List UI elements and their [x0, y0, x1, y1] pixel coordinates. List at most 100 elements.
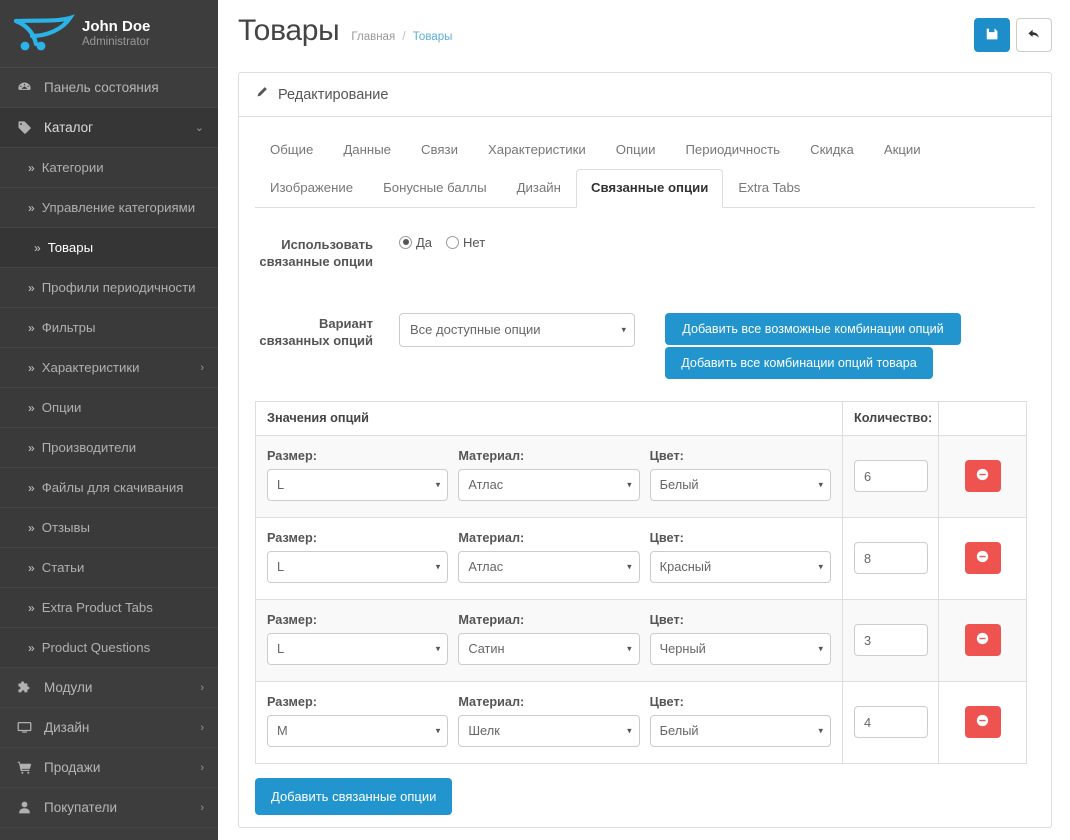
sidebar-item-label: Характеристики: [41, 360, 140, 375]
table-head: Значения опций Количество:: [255, 400, 1027, 436]
quantity-input[interactable]: [854, 460, 928, 493]
sidebar-item-extra-product-tabs[interactable]: » Extra Product Tabs: [0, 588, 218, 628]
remove-row-button[interactable]: [964, 706, 1001, 739]
color-select[interactable]: Белый ▾: [649, 714, 831, 747]
chevron-down-icon: ▾: [627, 725, 632, 736]
sidebar-nav: Панель состояния Каталог ⌄ » Категории »…: [0, 68, 218, 828]
size-select[interactable]: L ▾: [267, 632, 449, 665]
color-select[interactable]: Красный ▾: [649, 550, 831, 583]
chevron-down-icon: ▾: [627, 561, 632, 572]
tab-general[interactable]: Общие: [255, 131, 328, 170]
material-select[interactable]: Атлас ▾: [458, 468, 640, 501]
sidebar-item-category-management[interactable]: » Управление категориями: [0, 188, 218, 228]
tab-data[interactable]: Данные: [328, 131, 406, 170]
sidebar-item-dashboard[interactable]: Панель состояния: [0, 68, 218, 108]
tab-links[interactable]: Связи: [406, 131, 473, 170]
size-field-label: Размер:: [267, 694, 317, 709]
tab-options[interactable]: Опции: [601, 131, 671, 170]
quantity-input[interactable]: [854, 706, 928, 739]
chevron-right-icon: ›: [200, 681, 204, 694]
tab-discount[interactable]: Скидка: [795, 131, 869, 170]
remove-row-button[interactable]: [964, 624, 1001, 657]
sidebar-item-filters[interactable]: » Фильтры: [0, 308, 218, 348]
material-select-value: Атлас: [468, 559, 504, 575]
monitor-icon: [14, 720, 34, 735]
minus-circle-icon: [976, 550, 989, 566]
color-select[interactable]: Черный ▾: [649, 632, 831, 665]
quantity-input[interactable]: [854, 542, 928, 575]
chevron-double-right-icon: »: [28, 520, 35, 535]
chevron-double-right-icon: »: [28, 600, 35, 615]
combination-buttons: Добавить все возможные комбинации опций …: [665, 312, 965, 379]
size-select[interactable]: L ▾: [267, 468, 449, 501]
tab-linked-options[interactable]: Связанные опции: [575, 168, 724, 208]
size-field-group: Размер: L ▾: [267, 530, 449, 583]
sidebar-item-product-questions[interactable]: » Product Questions: [0, 628, 218, 668]
sidebar-item-downloads[interactable]: » Файлы для скачивания: [0, 468, 218, 508]
size-field-label: Размер:: [267, 612, 317, 627]
color-select[interactable]: Белый ▾: [649, 468, 831, 501]
sidebar-item-articles[interactable]: » Статьи: [0, 548, 218, 588]
material-field-group: Материал: Атлас ▾: [458, 531, 640, 583]
sidebar-item-catalog[interactable]: Каталог ⌄: [0, 108, 218, 148]
color-field-label: Цвет:: [649, 694, 684, 709]
sidebar-item-manufacturers[interactable]: » Производители: [0, 428, 218, 468]
size-select[interactable]: M ▾: [267, 714, 449, 747]
sidebar-item-design[interactable]: Дизайн ›: [0, 708, 218, 748]
sidebar-item-label: Отзывы: [41, 520, 90, 535]
add-all-possible-combinations-button[interactable]: Добавить все возможные комбинации опций: [665, 312, 961, 345]
quantity-input[interactable]: [854, 624, 928, 657]
footer-actions: Добавить связанные опции: [255, 777, 1025, 815]
sidebar-item-categories[interactable]: » Категории: [0, 148, 218, 188]
sidebar-item-customers[interactable]: Покупатели ›: [0, 788, 218, 828]
sidebar-profile[interactable]: John Doe Administrator: [0, 0, 218, 68]
tab-recurring[interactable]: Периодичность: [670, 131, 795, 170]
material-select[interactable]: Сатин ▾: [458, 632, 640, 665]
tab-image[interactable]: Изображение: [255, 169, 368, 208]
radio-dot-icon: [399, 235, 412, 249]
size-field-label: Размер:: [267, 530, 317, 545]
tab-extra-tabs[interactable]: Extra Tabs: [723, 169, 815, 208]
sidebar-item-label: Категории: [41, 160, 104, 175]
chevron-down-icon: ▾: [435, 561, 441, 572]
tab-design[interactable]: Дизайн: [502, 169, 576, 208]
tab-special[interactable]: Акции: [869, 131, 936, 170]
tab-reward-points[interactable]: Бонусные баллы: [368, 169, 502, 208]
chevron-double-right-icon: »: [28, 280, 35, 295]
sidebar-item-reviews[interactable]: » Отзывы: [0, 508, 218, 548]
breadcrumb-home-link[interactable]: Главная: [351, 31, 395, 43]
main-content: Товары Главная / Товары Редактирование О…: [218, 0, 1070, 840]
variant-control: Все доступные опции ▾ Добавить все возмо…: [373, 312, 1025, 379]
remove-row-button[interactable]: [964, 460, 1001, 493]
linked-options-form: Использовать связанные опции Да Нет Вари…: [255, 208, 1035, 815]
add-linked-options-button[interactable]: Добавить связанные опции: [255, 777, 453, 815]
sidebar-item-options[interactable]: » Опции: [0, 388, 218, 428]
add-product-combinations-button[interactable]: Добавить все комбинации опций товара: [665, 346, 933, 379]
material-select[interactable]: Атлас ▾: [458, 550, 640, 583]
material-select[interactable]: Шелк ▾: [458, 714, 640, 747]
back-button[interactable]: [1016, 18, 1052, 52]
row-values-cell: Размер: M ▾ Материал: Шелк ▾ Цвет: Белый…: [255, 680, 843, 764]
save-button[interactable]: [974, 18, 1010, 52]
row-actions-cell: [938, 434, 1027, 518]
radio-option-yes[interactable]: Да: [399, 235, 432, 250]
row-actions-cell: [938, 680, 1027, 764]
material-field-label: Материал:: [458, 694, 525, 709]
variant-select[interactable]: Все доступные опции ▾: [399, 312, 635, 347]
sidebar-item-products[interactable]: » Товары: [0, 228, 218, 268]
sidebar-item-sales[interactable]: Продажи ›: [0, 748, 218, 788]
row-values-cell: Размер: L ▾ Материал:: [255, 516, 843, 600]
row-quantity-cell: [842, 598, 939, 682]
breadcrumb-current-link[interactable]: Товары: [413, 31, 453, 43]
remove-row-button[interactable]: [964, 542, 1001, 575]
size-select[interactable]: L ▾: [267, 550, 449, 583]
tab-attributes[interactable]: Характеристики: [473, 131, 601, 170]
sidebar-item-modules[interactable]: Модули ›: [0, 668, 218, 708]
sidebar-item-label: Товары: [47, 240, 94, 255]
floppy-save-icon: [985, 27, 999, 44]
radio-option-no[interactable]: Нет: [446, 235, 485, 250]
sidebar-item-attributes[interactable]: » Характеристики ›: [0, 348, 218, 388]
table-row: Размер: L ▾ Материал:: [255, 434, 1027, 518]
sidebar-item-recurring-profiles[interactable]: » Профили периодичности: [0, 268, 218, 308]
use-linked-options-label: Использовать связанные опции: [259, 236, 373, 270]
